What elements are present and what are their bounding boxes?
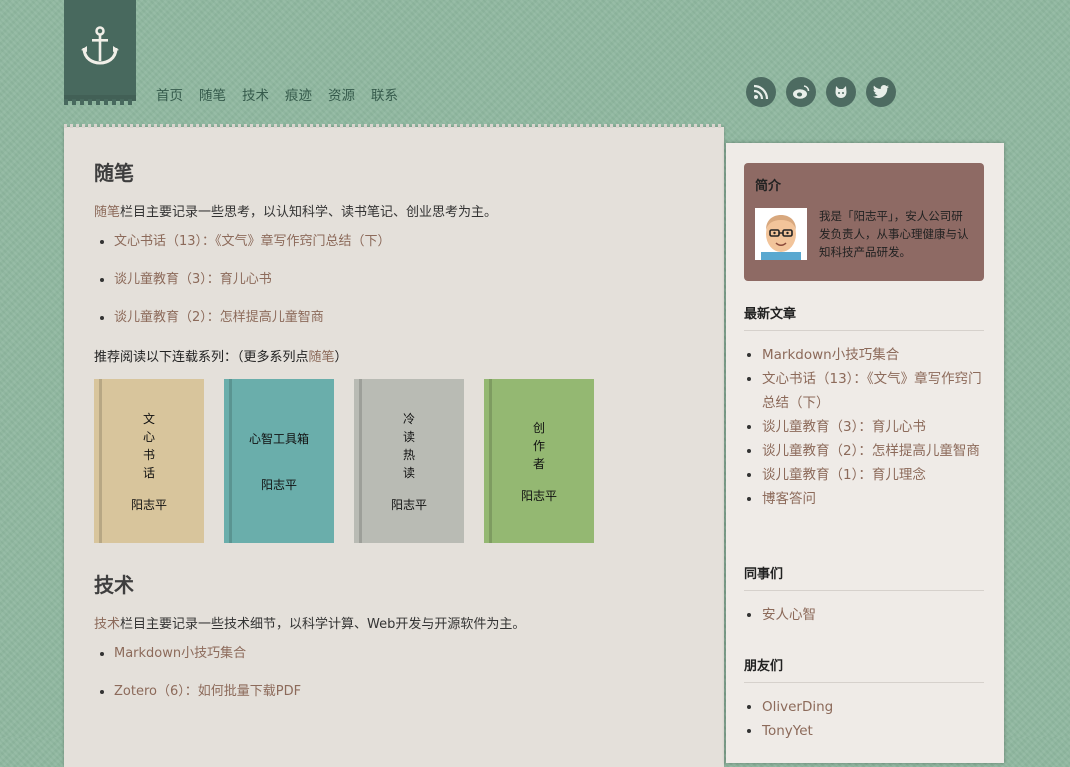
book-cover[interactable]: 心智工具箱 阳志平: [224, 379, 334, 543]
list-item: TonyYet: [762, 719, 984, 743]
recent-post-link[interactable]: 文心书话（13）：《文气》章写作窍门总结（下）: [762, 371, 982, 411]
recent-post-link[interactable]: 博客答问: [762, 491, 816, 507]
nav-essay[interactable]: 随笔: [199, 84, 226, 104]
list-item: 博客答问: [762, 487, 984, 511]
intro-text: 我是「阳志平」，安人公司研发负责人，从事心理健康与认知科技产品研发。: [819, 209, 969, 259]
nav-traces[interactable]: 痕迹: [285, 84, 312, 104]
nav-contact[interactable]: 联系: [371, 84, 398, 104]
twitter-icon: [873, 85, 889, 98]
nav-home[interactable]: 首页: [156, 84, 183, 104]
friends-list: OliverDing TonyYet: [744, 695, 984, 743]
recent-posts-widget: 最新文章 Markdown小技巧集合 文心书话（13）：《文气》章写作窍门总结（…: [744, 303, 984, 511]
weibo-icon: [793, 85, 810, 99]
book-cover[interactable]: 创作者 阳志平: [484, 379, 594, 543]
list-item: 文心书话（13）：《文气》章写作窍门总结（下）: [762, 367, 984, 415]
colleague-link[interactable]: 安人心智: [762, 607, 816, 623]
book-title: 冷读热读: [402, 411, 415, 480]
list-item: Zotero（6）：如何批量下载PDF: [114, 682, 694, 720]
essay-category-link[interactable]: 随笔: [94, 205, 120, 220]
rss-icon: [753, 84, 769, 100]
list-item: 谈儿童教育（3）：育儿心书: [762, 415, 984, 439]
colleagues-widget: 同事们 安人心智: [744, 563, 984, 627]
essay-post-list: 文心书话（13）：《文气》章写作窍门总结（下） 谈儿童教育（3）：育儿心书 谈儿…: [94, 232, 694, 346]
rss-button[interactable]: [746, 77, 776, 107]
nav-resources[interactable]: 资源: [328, 84, 355, 104]
weibo-button[interactable]: [786, 77, 816, 107]
book-cover[interactable]: 文心书话 阳志平: [94, 379, 204, 543]
friends-widget: 朋友们 OliverDing TonyYet: [744, 655, 984, 743]
intro-title: 简介: [755, 179, 782, 194]
post-link[interactable]: Zotero（6）：如何批量下载PDF: [114, 684, 301, 699]
list-item: Markdown小技巧集合: [114, 644, 694, 682]
essay-heading: 随笔: [94, 161, 134, 185]
book-author: 阳志平: [260, 477, 297, 492]
list-item: 谈儿童教育（1）：育儿理念: [762, 463, 984, 487]
book-title: 心智工具箱: [248, 431, 309, 446]
book-author: 阳志平: [390, 497, 427, 512]
list-item: 谈儿童教育（2）：怎样提高儿童智商: [114, 308, 694, 346]
book-author: 阳志平: [520, 488, 557, 503]
tech-description: 技术栏目主要记录一些技术细节，以科学计算、Web开发与开源软件为主。: [94, 617, 526, 632]
site-logo[interactable]: [64, 0, 136, 105]
sidebar: 简介 我是「阳志平」，安人公司研发负责人，从事心理健康与认知科技产品研发。 最新…: [726, 143, 1004, 763]
post-link[interactable]: Markdown小技巧集合: [114, 646, 246, 661]
list-item: 文心书话（13）：《文气》章写作窍门总结（下）: [114, 232, 694, 270]
list-item: 谈儿童教育（3）：育儿心书: [114, 270, 694, 308]
friends-title: 朋友们: [744, 655, 984, 683]
book-title: 文心书话: [142, 411, 155, 480]
social-links: [746, 77, 896, 107]
recent-posts-title: 最新文章: [744, 303, 984, 331]
list-item: 谈儿童教育（2）：怎样提高儿童智商: [762, 439, 984, 463]
avatar: [755, 208, 807, 260]
colleagues-title: 同事们: [744, 563, 984, 591]
friend-link[interactable]: OliverDing: [762, 699, 833, 715]
book-cover[interactable]: 冷读热读 阳志平: [354, 379, 464, 543]
book-author: 阳志平: [130, 497, 167, 512]
tech-heading: 技术: [94, 573, 134, 597]
nav-tech[interactable]: 技术: [242, 84, 269, 104]
recent-post-link[interactable]: Markdown小技巧集合: [762, 347, 899, 363]
post-link[interactable]: 谈儿童教育（3）：育儿心书: [114, 272, 272, 287]
github-button[interactable]: [826, 77, 856, 107]
colleagues-list: 安人心智: [744, 603, 984, 627]
more-series-link[interactable]: 随笔: [309, 350, 335, 365]
github-icon: [835, 86, 847, 98]
list-item: 安人心智: [762, 603, 984, 627]
book-series: 文心书话 阳志平 心智工具箱 阳志平 冷读热读 阳志平 创作者 阳志平: [94, 379, 694, 543]
tech-post-list: Markdown小技巧集合 Zotero（6）：如何批量下载PDF: [94, 644, 694, 720]
recent-post-link[interactable]: 谈儿童教育（1）：育儿理念: [762, 467, 926, 483]
main-content: 随笔 随笔栏目主要记录一些思考，以认知科学、读书笔记、创业思考为主。 文心书话（…: [64, 124, 724, 767]
list-item: OliverDing: [762, 695, 984, 719]
list-item: Markdown小技巧集合: [762, 343, 984, 367]
post-link[interactable]: 文心书话（13）：《文气》章写作窍门总结（下）: [114, 234, 391, 249]
essay-description: 随笔栏目主要记录一些思考，以认知科学、读书笔记、创业思考为主。: [94, 205, 498, 220]
tech-category-link[interactable]: 技术: [94, 617, 120, 632]
post-link[interactable]: 谈儿童教育（2）：怎样提高儿童智商: [114, 310, 324, 325]
book-title: 创作者: [532, 420, 545, 471]
recent-post-link[interactable]: 谈儿童教育（3）：育儿心书: [762, 419, 926, 435]
main-nav: 首页 随笔 技术 痕迹 资源 联系: [156, 84, 398, 104]
recent-post-link[interactable]: 谈儿童教育（2）：怎样提高儿童智商: [762, 443, 980, 459]
recent-posts-list: Markdown小技巧集合 文心书话（13）：《文气》章写作窍门总结（下） 谈儿…: [744, 343, 984, 511]
recommend-text: 推荐阅读以下连载系列：（更多系列点随笔）: [94, 350, 348, 365]
intro-card: 简介 我是「阳志平」，安人公司研发负责人，从事心理健康与认知科技产品研发。: [744, 163, 984, 281]
avatar-face-icon: [755, 208, 807, 260]
twitter-button[interactable]: [866, 77, 896, 107]
anchor-icon: [81, 26, 119, 65]
